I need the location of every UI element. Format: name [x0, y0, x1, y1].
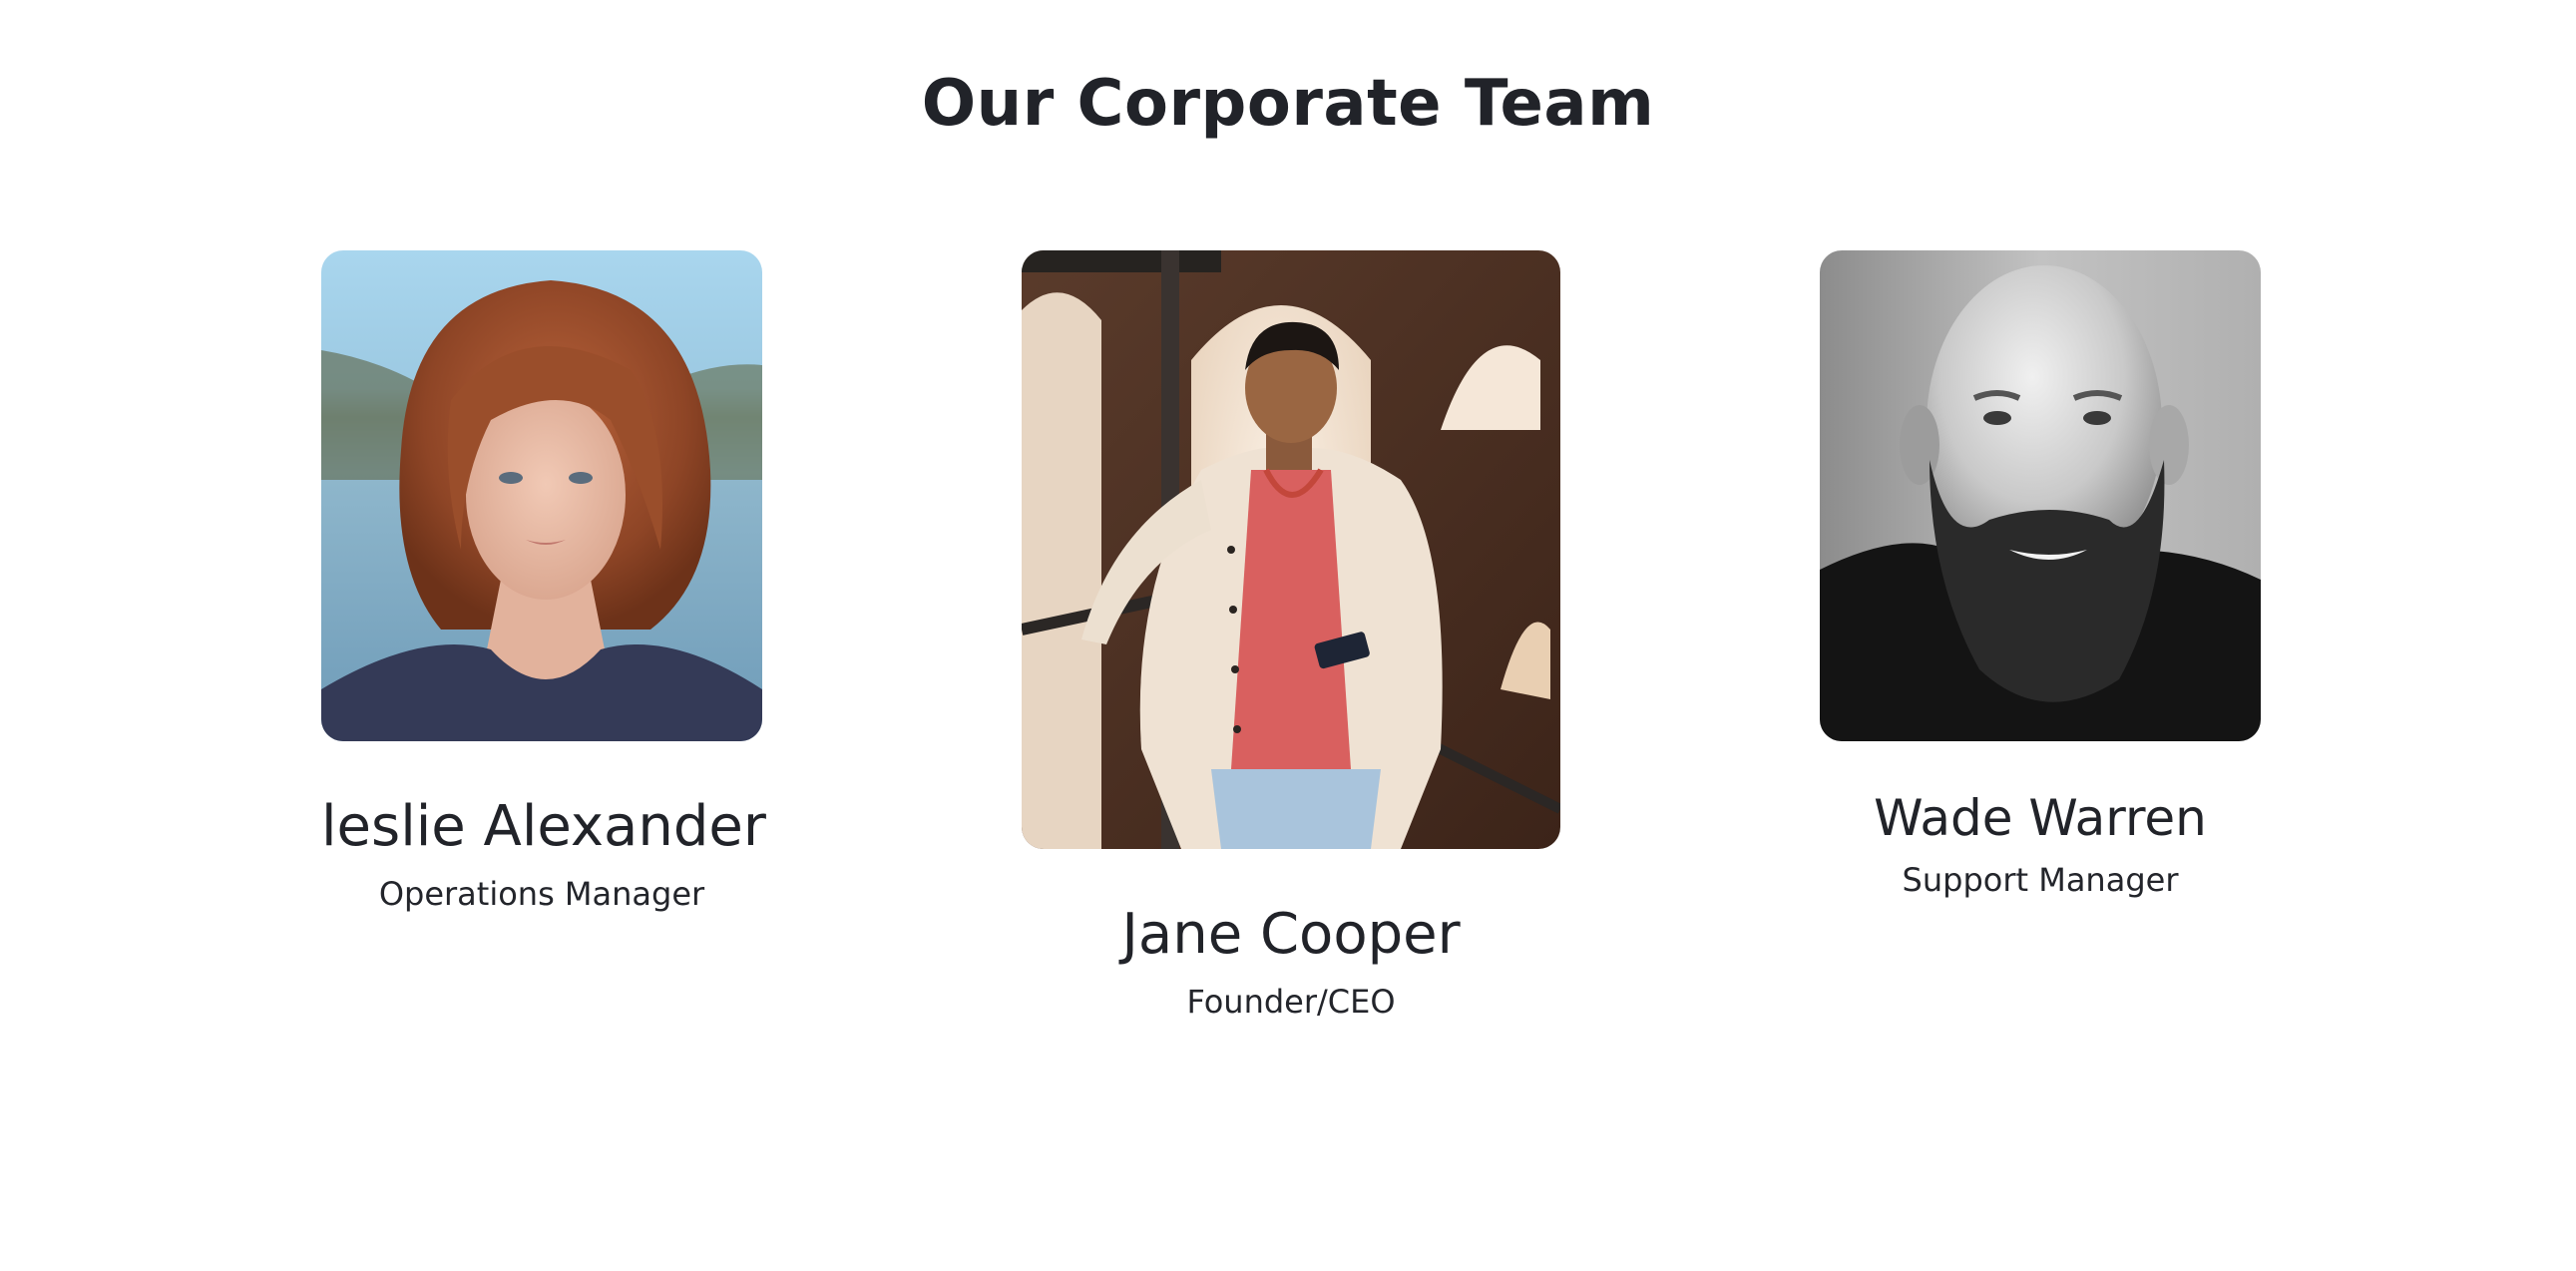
member-name: Wade Warren — [1874, 789, 2207, 847]
member-name: Jane Cooper — [1121, 902, 1461, 967]
portrait-woman-red-hair-image — [321, 250, 762, 741]
team-member-card: Wade Warren Support Manager — [1820, 250, 2261, 901]
team-member-card: Jane Cooper Founder/CEO — [1022, 250, 1560, 1023]
member-photo — [1022, 250, 1560, 849]
member-role: Operations Manager — [378, 875, 705, 913]
team-member-card: leslie Alexander Operations Manager — [321, 250, 766, 915]
member-photo — [321, 250, 762, 741]
member-role: Founder/CEO — [1186, 983, 1396, 1021]
portrait-man-cream-jacket-image — [1022, 250, 1560, 849]
member-photo — [1820, 250, 2261, 741]
member-name: leslie Alexander — [321, 794, 766, 859]
portrait-bearded-man-bw-image — [1820, 250, 2261, 741]
page-title: Our Corporate Team — [921, 67, 1655, 141]
member-role: Support Manager — [1902, 861, 2179, 899]
